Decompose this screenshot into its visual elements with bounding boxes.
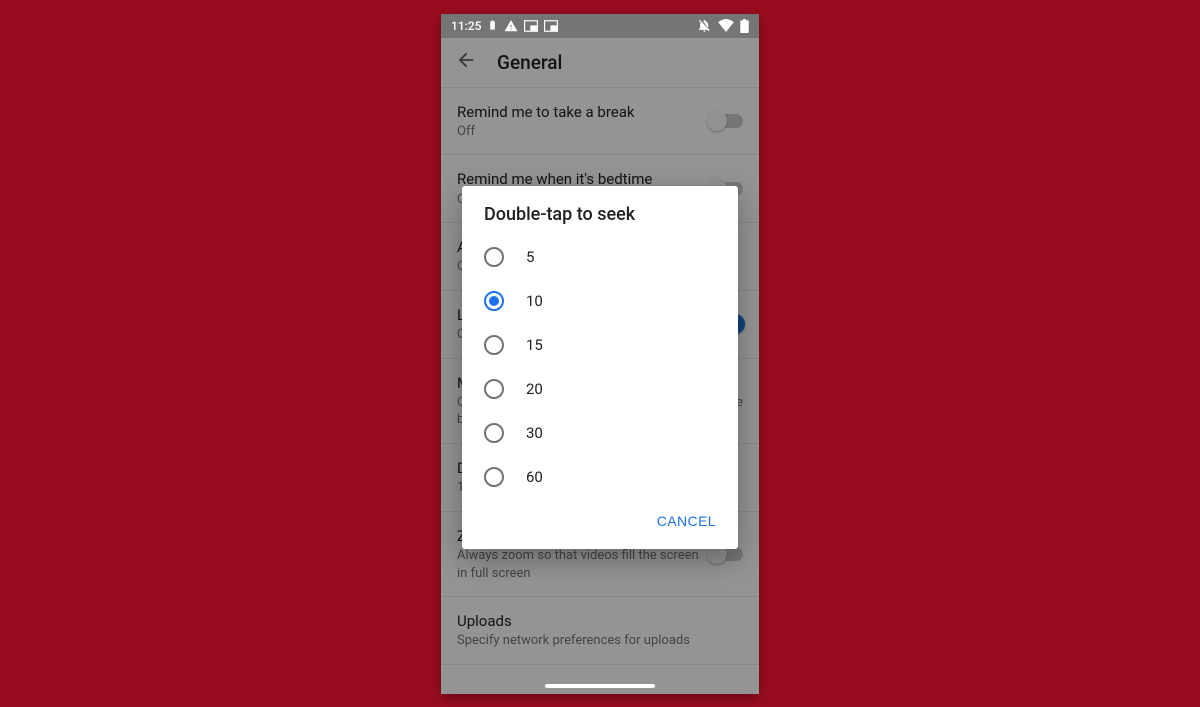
radio-icon [484,247,504,267]
radio-label: 10 [526,292,543,310]
pip-icon-2 [544,20,558,32]
radio-option-30[interactable]: 30 [462,411,738,455]
radio-option-20[interactable]: 20 [462,367,738,411]
home-indicator[interactable] [545,684,655,688]
notifications-off-icon [697,18,712,33]
seek-dialog: Double-tap to seek 5 10 15 20 30 [462,186,738,549]
radio-list: 5 10 15 20 30 60 [462,231,738,499]
dialog-actions: CANCEL [462,499,738,543]
battery-icon [740,19,749,33]
pip-icon [524,20,538,32]
cancel-button[interactable]: CANCEL [647,505,726,537]
radio-label: 5 [526,248,534,266]
radio-icon [484,335,504,355]
radio-icon [484,423,504,443]
radio-option-5[interactable]: 5 [462,235,738,279]
wifi-icon [718,19,734,32]
radio-label: 20 [526,380,543,398]
warning-icon [504,19,518,33]
radio-icon [484,291,504,311]
radio-icon [484,379,504,399]
dialog-title: Double-tap to seek [462,204,738,231]
radio-option-10[interactable]: 10 [462,279,738,323]
status-bar: 11:25 [441,14,759,38]
phone-frame: 11:25 [441,14,759,694]
radio-label: 30 [526,424,543,442]
status-time: 11:25 [451,19,481,33]
radio-option-15[interactable]: 15 [462,323,738,367]
radio-label: 15 [526,336,543,354]
radio-option-60[interactable]: 60 [462,455,738,499]
battery-square-icon [487,20,498,31]
radio-label: 60 [526,468,543,486]
radio-icon [484,467,504,487]
